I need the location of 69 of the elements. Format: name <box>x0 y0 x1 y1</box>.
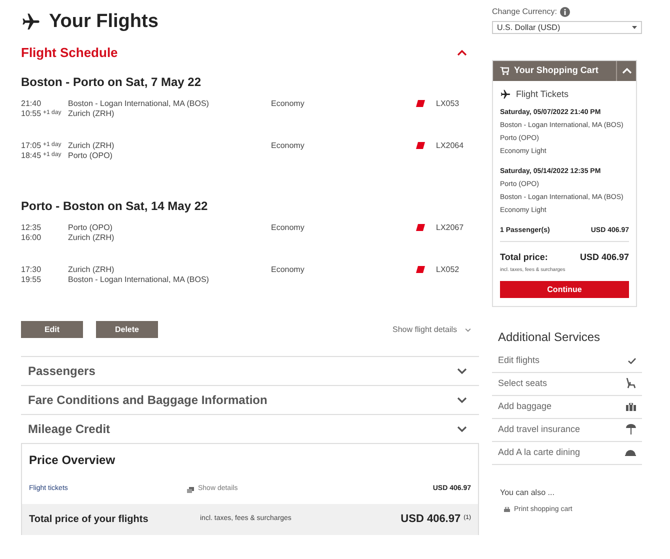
total-label: Total price of your flights <box>29 513 150 527</box>
airline-logo-icon <box>416 100 425 107</box>
cabin-text: Economy <box>271 223 306 233</box>
accordion-header[interactable]: Passengers <box>21 356 479 385</box>
chevron-down-icon <box>465 328 471 332</box>
airport-text: Zurich (ZRH) <box>68 233 116 243</box>
service-item[interactable]: Add travel insurance <box>492 418 642 442</box>
service-item[interactable]: Edit flights <box>492 350 642 372</box>
accordion-header[interactable]: Mileage Credit <box>21 414 479 443</box>
flight-number: LX053 <box>436 99 460 109</box>
cart-subtitle: Flight Tickets <box>516 88 569 101</box>
page-title: Your Flights <box>49 10 158 34</box>
dropdown-arrow-icon <box>632 26 637 29</box>
cabin-text: Economy <box>271 99 306 109</box>
panel-title: Price Overview <box>28 452 116 469</box>
time-text: 10:55 <box>21 109 42 119</box>
seat-icon <box>626 378 636 389</box>
airport-text: Zurich (ZRH) <box>68 141 116 151</box>
time-text: 19:55 <box>21 275 42 285</box>
cart-title: Your Shopping Cart <box>514 64 598 78</box>
airport-text: Zurich (ZRH) <box>68 109 116 119</box>
airport-text: Porto (OPO) <box>68 223 114 233</box>
info-icon[interactable] <box>560 7 570 17</box>
airline-logo-icon <box>416 142 425 149</box>
cabin-text: Economy <box>271 265 306 275</box>
total-price: USD 406.97 $^{(1)}$ <box>400 512 471 528</box>
action-button[interactable]: Delete <box>96 321 158 338</box>
airplane-icon <box>500 89 511 100</box>
time-text: 18:45 <box>21 151 42 161</box>
check-icon <box>628 358 636 364</box>
printer-icon <box>504 506 510 513</box>
action-button[interactable]: Edit <box>21 321 83 338</box>
service-item[interactable]: Add baggage <box>492 396 642 418</box>
continue-button[interactable]: Continue <box>500 281 629 298</box>
service-item[interactable]: Select seats <box>492 372 642 396</box>
cabin-text: Economy <box>271 141 306 151</box>
airline-logo-icon <box>416 224 425 231</box>
airline-logo-icon <box>416 266 425 273</box>
suitcase-icon <box>626 402 636 410</box>
time-text: 17:05 <box>21 141 42 151</box>
section-title: Additional Services <box>498 328 602 346</box>
cloche-icon <box>625 449 636 456</box>
currency-dropdown[interactable]: U.S. Dollar (USD) <box>492 21 642 34</box>
time-text: 21:40 <box>21 99 42 109</box>
leg-heading: Boston - Porto on Sat, 7 May 22 <box>21 74 202 91</box>
time-text: 16:00 <box>21 233 42 243</box>
show-details-link[interactable]: Show flight details <box>392 324 457 336</box>
service-item[interactable]: Add A la carte dining <box>492 442 642 464</box>
total-label: Total price: <box>500 251 548 264</box>
section-title: Flight Schedule <box>21 44 118 62</box>
flight-number: LX2064 <box>436 141 464 151</box>
airport-text: Zurich (ZRH) <box>68 265 116 275</box>
currency-label: Change Currency: <box>492 6 557 18</box>
airplane-icon <box>21 12 41 32</box>
umbrella-icon <box>626 424 636 435</box>
cart-icon <box>500 67 509 75</box>
airport-text: Porto (OPO) <box>68 151 114 161</box>
copy-icon <box>187 486 194 492</box>
section-title: You can also ... <box>500 486 556 498</box>
flight-number: LX2067 <box>436 223 464 233</box>
total-price: USD 406.97 <box>580 251 629 264</box>
accordion-header[interactable]: Fare Conditions and Baggage Information <box>21 385 479 414</box>
time-text: 17:30 <box>21 265 42 275</box>
airport-text: Boston - Logan International, MA (BOS) <box>68 99 210 109</box>
airport-text: Boston - Logan International, MA (BOS) <box>68 275 210 285</box>
flight-number: LX052 <box>436 265 460 275</box>
time-text: 12:35 <box>21 223 42 233</box>
chevron-up-icon[interactable] <box>457 50 467 56</box>
leg-heading: Porto - Boston on Sat, 14 May 22 <box>21 198 209 215</box>
